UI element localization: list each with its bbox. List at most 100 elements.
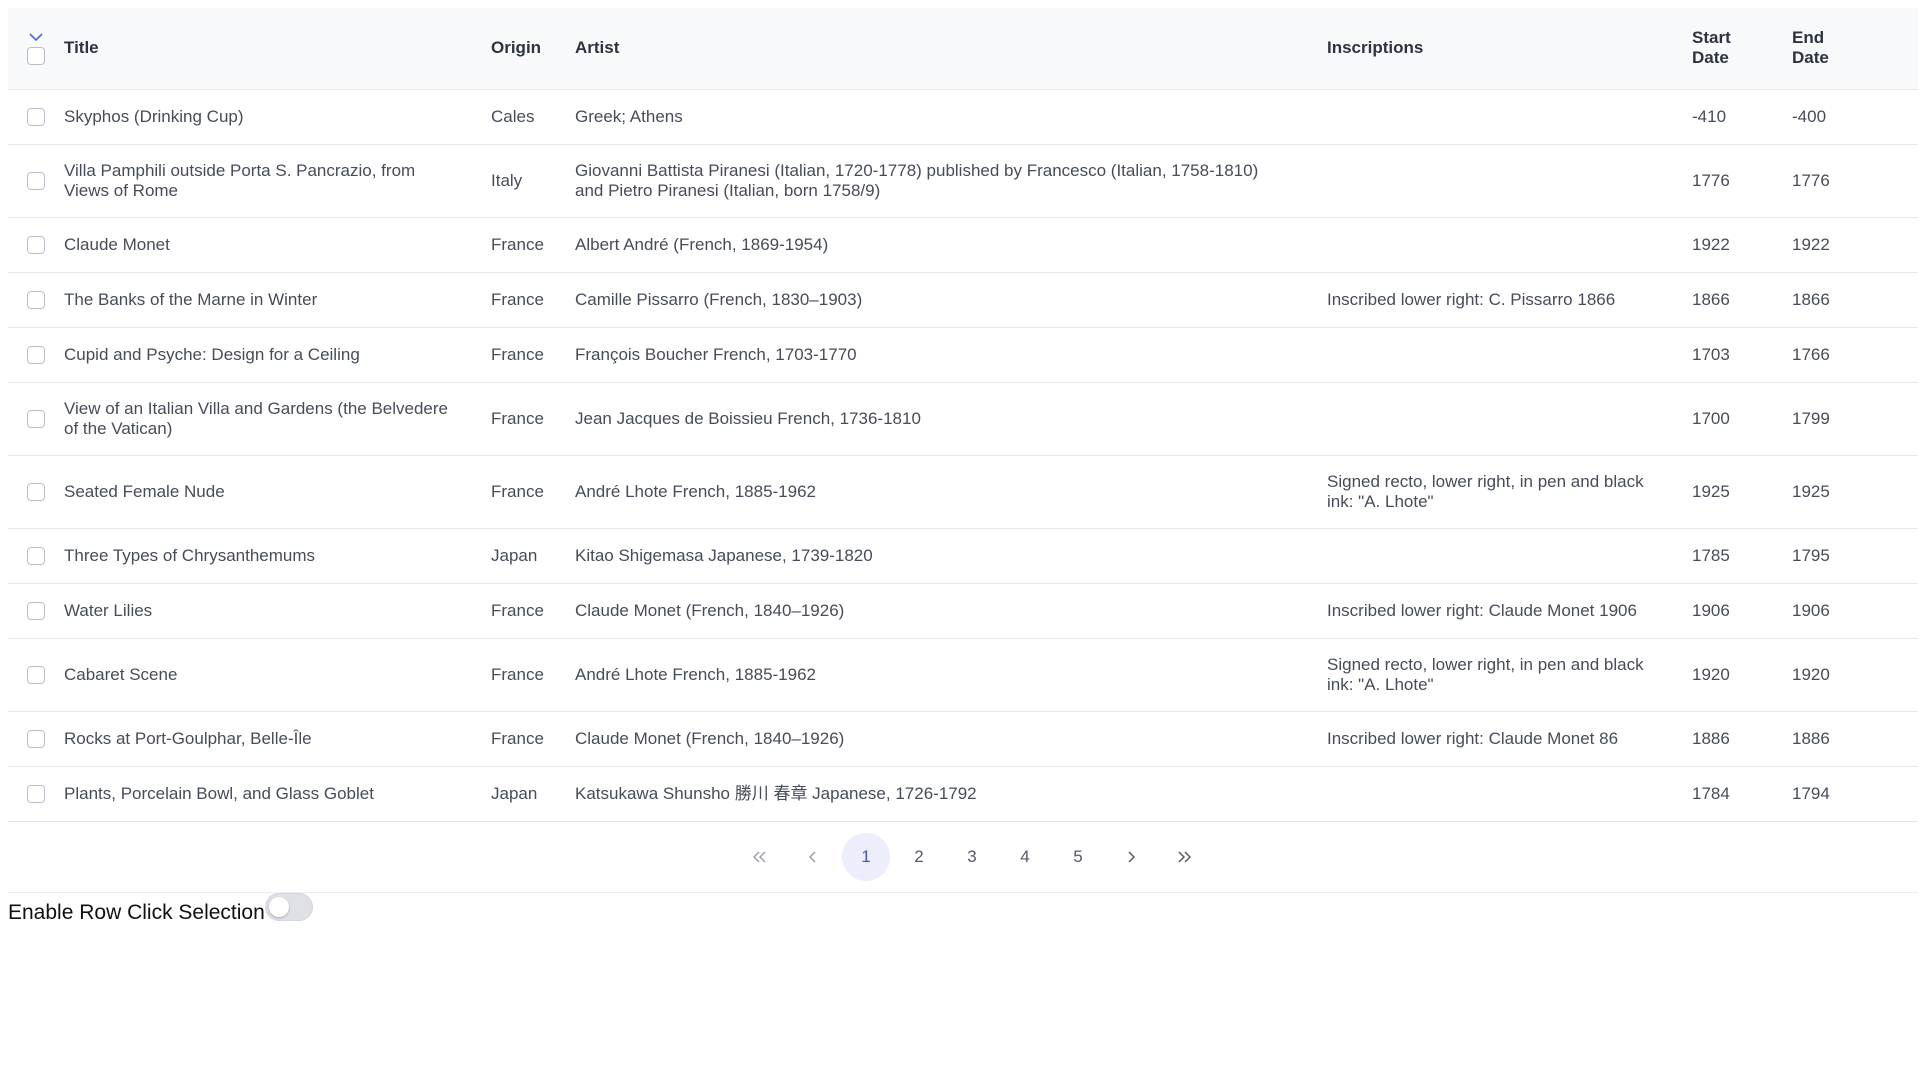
cell-start-date: 1700 — [1692, 382, 1792, 456]
column-header-origin[interactable]: Origin — [491, 8, 575, 90]
cell-end-date: 1776 — [1792, 144, 1918, 218]
row-checkbox[interactable] — [27, 108, 45, 127]
first-page-button[interactable] — [736, 833, 784, 881]
next-page-button[interactable] — [1107, 833, 1155, 881]
previous-page-button[interactable] — [789, 833, 837, 881]
cell-origin: France — [491, 217, 575, 273]
row-checkbox[interactable] — [27, 483, 45, 502]
cell-artist: Kitao Shigemasa Japanese, 1739-1820 — [575, 528, 1327, 584]
table-row: The Banks of the Marne in Winter France … — [8, 272, 1918, 328]
page-button-4[interactable]: 4 — [1001, 833, 1049, 881]
cell-start-date: 1785 — [1692, 528, 1792, 584]
artworks-table: Title Origin Artist Inscriptions Start D… — [8, 8, 1918, 822]
cell-start-date: 1920 — [1692, 638, 1792, 712]
table-row: Cupid and Psyche: Design for a Ceiling F… — [8, 327, 1918, 383]
row-checkbox[interactable] — [27, 172, 45, 191]
row-checkbox[interactable] — [27, 730, 45, 749]
cell-inscriptions: Signed recto, lower right, in pen and bl… — [1327, 638, 1692, 712]
cell-start-date: 1784 — [1692, 766, 1792, 822]
cell-origin: France — [491, 711, 575, 767]
table-body: Skyphos (Drinking Cup) Cales Greek; Athe… — [8, 89, 1918, 822]
row-click-selection-toggle[interactable] — [264, 892, 313, 921]
cell-inscriptions — [1327, 144, 1692, 218]
cell-inscriptions: Signed recto, lower right, in pen and bl… — [1327, 455, 1692, 529]
table-row: Cabaret Scene France André Lhote French,… — [8, 638, 1918, 712]
table-row: Villa Pamphili outside Porta S. Pancrazi… — [8, 144, 1918, 218]
cell-end-date: 1866 — [1792, 272, 1918, 328]
row-checkbox[interactable] — [27, 602, 45, 621]
cell-inscriptions: Inscribed lower right: C. Pissarro 1866 — [1327, 272, 1692, 328]
cell-origin: France — [491, 455, 575, 529]
cell-end-date: 1920 — [1792, 638, 1918, 712]
cell-title: The Banks of the Marne in Winter — [64, 272, 491, 328]
cell-start-date: 1776 — [1692, 144, 1792, 218]
cell-start-date: 1922 — [1692, 217, 1792, 273]
table-row: Plants, Porcelain Bowl, and Glass Goblet… — [8, 766, 1918, 822]
cell-origin: France — [491, 638, 575, 712]
cell-end-date: 1906 — [1792, 583, 1918, 639]
cell-title: Water Lilies — [64, 583, 491, 639]
row-click-selection-setting: Enable Row Click Selection — [8, 892, 1918, 925]
cell-inscriptions: Inscribed lower right: Claude Monet 1906 — [1327, 583, 1692, 639]
table-row: View of an Italian Villa and Gardens (th… — [8, 382, 1918, 456]
cell-artist: François Boucher French, 1703-1770 — [575, 327, 1327, 383]
cell-inscriptions — [1327, 528, 1692, 584]
row-checkbox[interactable] — [27, 785, 45, 804]
cell-end-date: -400 — [1792, 89, 1918, 145]
row-click-selection-label: Enable Row Click Selection — [8, 900, 265, 924]
page-button-1[interactable]: 1 — [842, 832, 890, 881]
column-header-start-date[interactable]: Start Date — [1692, 8, 1792, 90]
cell-end-date: 1886 — [1792, 711, 1918, 767]
select-all-cell — [8, 8, 64, 90]
cell-artist: André Lhote French, 1885-1962 — [575, 455, 1327, 529]
cell-title: Plants, Porcelain Bowl, and Glass Goblet — [64, 766, 491, 822]
cell-artist: André Lhote French, 1885-1962 — [575, 638, 1327, 712]
column-header-artist[interactable]: Artist — [575, 8, 1327, 90]
cell-start-date: -410 — [1692, 89, 1792, 145]
cell-origin: France — [491, 272, 575, 328]
last-page-button[interactable] — [1160, 833, 1208, 881]
pagination: 1 2 3 4 5 — [8, 822, 1918, 893]
row-checkbox[interactable] — [27, 547, 45, 566]
cell-end-date: 1922 — [1792, 217, 1918, 273]
cell-origin: France — [491, 583, 575, 639]
cell-title: Claude Monet — [64, 217, 491, 273]
page-button-5[interactable]: 5 — [1054, 833, 1102, 881]
cell-title: View of an Italian Villa and Gardens (th… — [64, 382, 491, 456]
row-checkbox[interactable] — [27, 236, 45, 255]
row-checkbox[interactable] — [27, 346, 45, 365]
cell-artist: Greek; Athens — [575, 89, 1327, 145]
cell-start-date: 1886 — [1692, 711, 1792, 767]
chevron-down-icon[interactable] — [29, 31, 43, 47]
table-row: Seated Female Nude France André Lhote Fr… — [8, 455, 1918, 529]
cell-end-date: 1799 — [1792, 382, 1918, 456]
cell-artist: Jean Jacques de Boissieu French, 1736-18… — [575, 382, 1327, 456]
table-row: Three Types of Chrysanthemums Japan Kita… — [8, 528, 1918, 584]
header-row: Title Origin Artist Inscriptions Start D… — [8, 8, 1918, 90]
row-checkbox[interactable] — [27, 410, 45, 429]
row-checkbox[interactable] — [27, 291, 45, 310]
cell-origin: France — [491, 327, 575, 383]
cell-artist: Katsukawa Shunsho 勝川 春章 Japanese, 1726-1… — [575, 766, 1327, 822]
page-button-3[interactable]: 3 — [948, 833, 996, 881]
cell-title: Cupid and Psyche: Design for a Ceiling — [64, 327, 491, 383]
cell-origin: Cales — [491, 89, 575, 145]
column-header-inscriptions[interactable]: Inscriptions — [1327, 8, 1692, 90]
column-header-title[interactable]: Title — [64, 8, 491, 90]
cell-origin: Japan — [491, 766, 575, 822]
select-all-checkbox[interactable] — [27, 47, 45, 66]
cell-artist: Camille Pissarro (French, 1830–1903) — [575, 272, 1327, 328]
row-checkbox[interactable] — [27, 666, 45, 685]
cell-inscriptions — [1327, 382, 1692, 456]
cell-artist: Albert André (French, 1869-1954) — [575, 217, 1327, 273]
cell-end-date: 1794 — [1792, 766, 1918, 822]
table-container: Title Origin Artist Inscriptions Start D… — [8, 8, 1918, 925]
cell-end-date: 1766 — [1792, 327, 1918, 383]
column-header-end-date[interactable]: End Date — [1792, 8, 1918, 90]
cell-artist: Claude Monet (French, 1840–1926) — [575, 583, 1327, 639]
page-button-2[interactable]: 2 — [895, 833, 943, 881]
cell-inscriptions — [1327, 766, 1692, 822]
cell-title: Cabaret Scene — [64, 638, 491, 712]
cell-title: Skyphos (Drinking Cup) — [64, 89, 491, 145]
cell-inscriptions — [1327, 217, 1692, 273]
